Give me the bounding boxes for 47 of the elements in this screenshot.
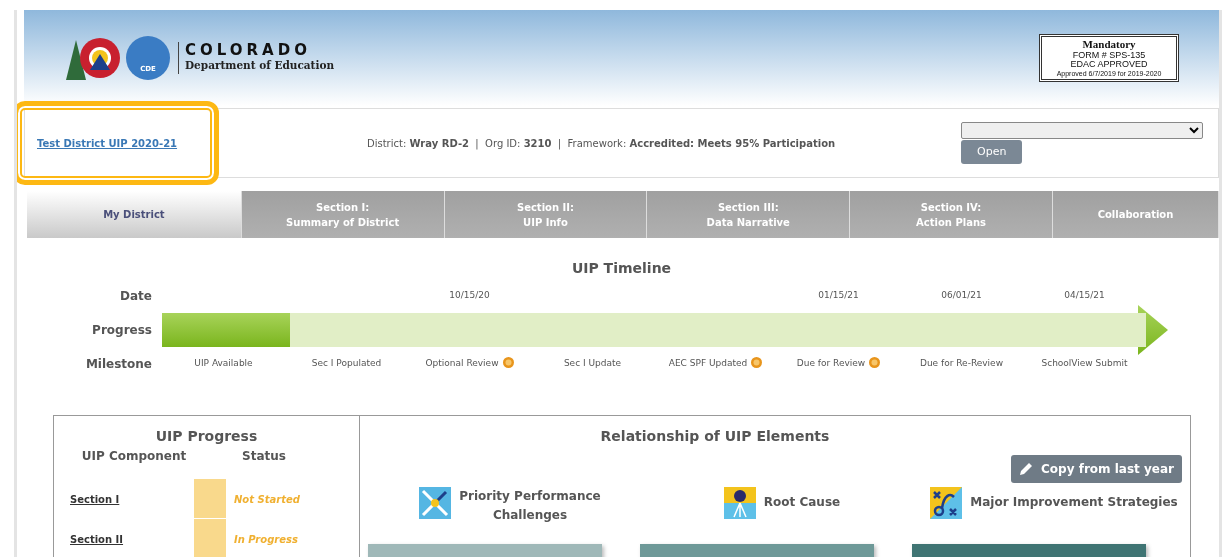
nav-tab[interactable]: Section II: UIP Info <box>444 191 648 238</box>
nav-tab[interactable]: Section III: Data Narrative <box>647 191 851 238</box>
milestone-date: 04/15/21 <box>1064 290 1105 301</box>
plan-dropdown[interactable] <box>961 121 1203 139</box>
milestone-date: 06/01/21 <box>941 290 982 301</box>
row-label: Progress <box>91 322 153 339</box>
nav-tab[interactable]: Section IV: Action Plans <box>850 191 1053 238</box>
nav-tab[interactable]: Collaboration <box>1053 191 1219 238</box>
open-button[interactable]: Open <box>961 139 1023 165</box>
district-details: District: Wray RD-2 | Org ID: 3210 | Framework: Accredited: Meets 95% Participation <box>367 136 836 151</box>
milestone-name: Due for Re-Review <box>920 358 1003 369</box>
milestone-name: SchoolView Submit <box>1041 358 1128 369</box>
section-link[interactable]: Section II <box>54 531 194 547</box>
pencil-icon <box>1019 462 1034 476</box>
stamp-line: EDAC APPROVED <box>1069 60 1149 70</box>
logo-subtitle: Department of Education <box>185 58 335 74</box>
timeline-title: UIP Timeline <box>570 259 673 278</box>
arrow-head-icon <box>1138 305 1168 355</box>
status-text: In Progress <box>233 532 298 547</box>
column-header: UIP Component <box>80 448 188 465</box>
logo-wordmark: COLORADO <box>185 41 312 59</box>
plan-link[interactable]: Test District UIP 2020-21 <box>37 135 367 151</box>
arrows-icon <box>419 487 452 519</box>
element-title: Major Improvement Strategies <box>970 494 1178 511</box>
stamp-line: FORM # SPS-135 <box>1071 50 1147 61</box>
play-diagram-icon <box>930 487 963 519</box>
nav-tab[interactable]: Section I: Summary of District <box>241 191 445 238</box>
state-logo-icon <box>64 36 122 80</box>
milestone-date: 01/15/21 <box>818 290 859 301</box>
milestone-name: AEC SPF Updated <box>668 358 748 369</box>
milestone-name: Sec I Populated <box>311 358 382 369</box>
milestone-name: UIP Available <box>194 358 253 369</box>
milestone-name: Optional Review <box>425 358 499 369</box>
stamp-line: Mandatory <box>1081 39 1137 51</box>
copy-button[interactable]: Copy from last year <box>1011 455 1182 483</box>
milestone-date: 10/15/20 <box>449 290 490 301</box>
element-title: Priority Performance Challenges <box>459 488 601 524</box>
milestone-name: Due for Review <box>796 358 866 369</box>
milestone-name: Sec I Update <box>563 358 622 369</box>
section-link[interactable]: Section I <box>54 491 194 507</box>
status-text: Not Started <box>233 492 300 507</box>
panel-title: UIP Progress <box>154 427 259 446</box>
column-header: Status <box>241 448 286 465</box>
row-label: Date <box>119 288 153 305</box>
nav-tab[interactable]: My District <box>27 191 242 238</box>
row-label: Milestone <box>84 356 153 373</box>
element-title: Root Cause <box>763 494 841 511</box>
